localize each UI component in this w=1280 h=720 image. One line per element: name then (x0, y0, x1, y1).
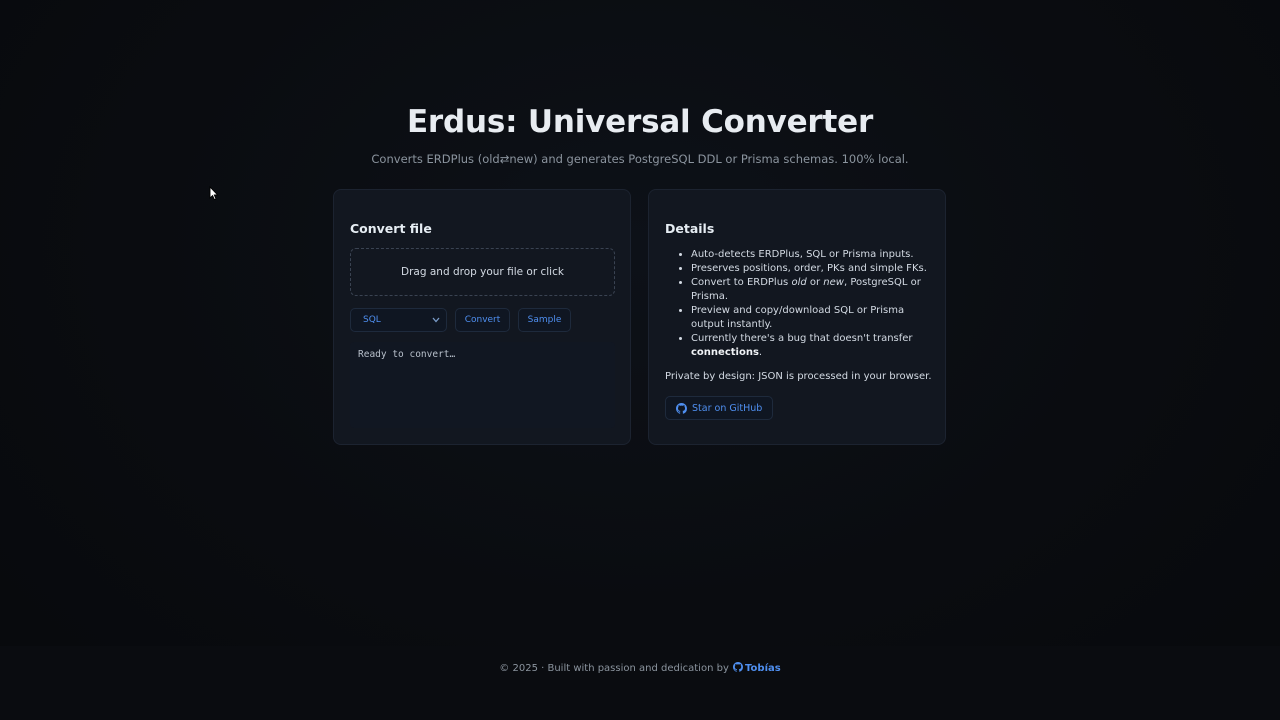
list-item: Preserves positions, order, PKs and simp… (691, 262, 935, 276)
github-icon (676, 402, 687, 414)
footer-copyright: © 2025 · Built with passion and dedicati… (499, 663, 733, 674)
dropzone-label: Drag and drop your file or click (401, 266, 564, 278)
list-item-text: or (806, 277, 824, 288)
convert-controls: SQL Convert Sample (350, 308, 571, 332)
author-link[interactable]: Tobías (732, 662, 781, 674)
footer: © 2025 · Built with passion and dedicati… (0, 646, 1280, 720)
list-item-emphasis: new (823, 277, 844, 288)
list-item: Preview and copy/download SQL or Prisma … (691, 304, 935, 332)
list-item-text: Currently there's a bug that doesn't tra… (691, 333, 913, 344)
list-item-text: Preserves positions, order, PKs and simp… (691, 263, 927, 274)
page-subtitle: Converts ERDPlus (old⇄new) and generates… (371, 152, 909, 166)
list-item-text: Convert to ERDPlus (691, 277, 792, 288)
file-dropzone[interactable]: Drag and drop your file or click (350, 248, 615, 296)
convert-card: Convert file Drag and drop your file or … (333, 189, 631, 445)
sample-button[interactable]: Sample (518, 308, 571, 332)
github-icon (732, 662, 743, 673)
list-item: Convert to ERDPlus old or new, PostgreSQ… (691, 276, 935, 304)
star-on-github-label: Star on GitHub (692, 402, 763, 414)
footer-text: © 2025 · Built with passion and dedicati… (0, 662, 1280, 674)
mouse-pointer-icon (209, 185, 219, 201)
star-on-github-button[interactable]: Star on GitHub (665, 396, 774, 420)
details-card: Details Auto-detects ERDPlus, SQL or Pri… (648, 189, 946, 445)
output-log: Ready to convert… (350, 342, 615, 428)
format-select-value: SQL (363, 315, 381, 325)
details-card-heading: Details (665, 221, 715, 236)
format-select[interactable]: SQL (350, 308, 447, 332)
list-item-text: Preview and copy/download SQL or Prisma … (691, 305, 905, 330)
page-title: Erdus: Universal Converter (406, 104, 874, 140)
list-item-text: . (758, 347, 763, 358)
chevron-down-icon (432, 316, 440, 325)
author-name: Tobías (745, 663, 781, 674)
list-item-strong: connections (691, 347, 759, 358)
list-item: Auto-detects ERDPlus, SQL or Prisma inpu… (691, 248, 935, 262)
privacy-note: Private by design: JSON is processed in … (665, 371, 932, 382)
list-item: Currently there's a bug that doesn't tra… (691, 332, 935, 360)
details-list: Auto-detects ERDPlus, SQL or Prisma inpu… (665, 248, 935, 360)
convert-card-heading: Convert file (350, 221, 432, 236)
convert-button[interactable]: Convert (455, 308, 510, 332)
list-item-emphasis: old (791, 277, 807, 288)
list-item-text: Auto-detects ERDPlus, SQL or Prisma inpu… (691, 249, 914, 260)
